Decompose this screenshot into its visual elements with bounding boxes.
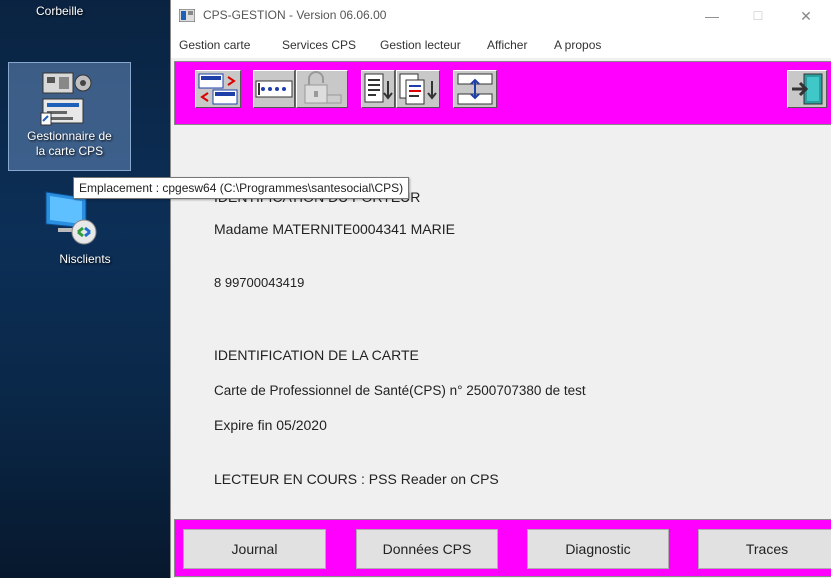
card-expiry: Expire fin 05/2020 bbox=[214, 417, 327, 433]
bottom-button-bar: Journal Données CPS Diagnostic Traces bbox=[174, 519, 831, 577]
document-export-icon bbox=[399, 73, 437, 105]
journal-button[interactable]: Journal bbox=[183, 529, 326, 569]
holder-name: Madame MATERNITE0004341 MARIE bbox=[214, 221, 455, 237]
exit-door-icon bbox=[792, 73, 823, 105]
maximize-button[interactable]: ☐ bbox=[738, 4, 778, 28]
reader-status: LECTEUR EN COURS : PSS Reader on CPS bbox=[214, 471, 499, 487]
menu-a-propos[interactable]: A propos bbox=[554, 38, 601, 52]
donnees-cps-button[interactable]: Données CPS bbox=[356, 529, 498, 569]
cps-manager-label-line1: Gestionnaire de bbox=[27, 129, 112, 143]
menu-services-cps[interactable]: Services CPS bbox=[282, 38, 356, 52]
document-list-icon bbox=[364, 73, 393, 103]
shortcut-location-tooltip: Emplacement : cpgesw64 (C:\Programmes\sa… bbox=[73, 177, 410, 199]
app-icon bbox=[179, 9, 195, 22]
cps-manager-icon bbox=[40, 72, 92, 126]
toolbar-exit-button[interactable] bbox=[787, 70, 827, 108]
diagnostic-button[interactable]: Diagnostic bbox=[527, 529, 669, 569]
holder-number: 8 99700043419 bbox=[214, 275, 305, 290]
nisclients-label: Nisclients bbox=[59, 252, 111, 266]
read-card-icon bbox=[198, 73, 238, 105]
menu-afficher[interactable]: Afficher bbox=[487, 38, 527, 52]
card-section-heading: IDENTIFICATION DE LA CARTE bbox=[214, 347, 419, 363]
traces-button[interactable]: Traces bbox=[698, 529, 831, 569]
close-button[interactable]: ✕ bbox=[786, 4, 826, 28]
cps-gestion-window: CPS-GESTION - Version 06.06.00 — ☐ ✕ Ges… bbox=[170, 0, 831, 578]
cps-manager-shortcut[interactable]: Gestionnaire de la carte CPS bbox=[8, 62, 131, 171]
recycle-bin-label: Corbeille bbox=[36, 4, 84, 18]
cps-manager-label-line2: la carte CPS bbox=[35, 144, 104, 158]
toolbar bbox=[174, 61, 831, 125]
menu-bar: Gestion carte Services CPS Gestion lecte… bbox=[171, 32, 831, 58]
toolbar-document-list-button[interactable] bbox=[361, 70, 395, 108]
desktop: Corbeille Gestionnaire de la carte CPS N… bbox=[0, 0, 170, 578]
toolbar-sync-button[interactable] bbox=[453, 70, 497, 108]
menu-gestion-carte[interactable]: Gestion carte bbox=[179, 38, 250, 52]
card-description: Carte de Professionnel de Santé(CPS) n° … bbox=[214, 383, 586, 398]
toolbar-read-card-button[interactable] bbox=[195, 70, 241, 108]
window-title: CPS-GESTION - Version 06.06.00 bbox=[203, 8, 387, 22]
toolbar-unlock-button[interactable] bbox=[296, 70, 348, 108]
sync-icon bbox=[457, 73, 493, 105]
toolbar-document-export-button[interactable] bbox=[396, 70, 440, 108]
unlock-card-icon bbox=[304, 71, 342, 104]
minimize-button[interactable]: — bbox=[692, 4, 732, 28]
cps-manager-label: Gestionnaire de la carte CPS bbox=[9, 129, 130, 159]
pin-code-icon bbox=[255, 80, 293, 98]
menu-gestion-lecteur[interactable]: Gestion lecteur bbox=[380, 38, 461, 52]
title-bar: CPS-GESTION - Version 06.06.00 — ☐ ✕ bbox=[171, 0, 831, 32]
toolbar-pin-button[interactable] bbox=[253, 70, 295, 108]
